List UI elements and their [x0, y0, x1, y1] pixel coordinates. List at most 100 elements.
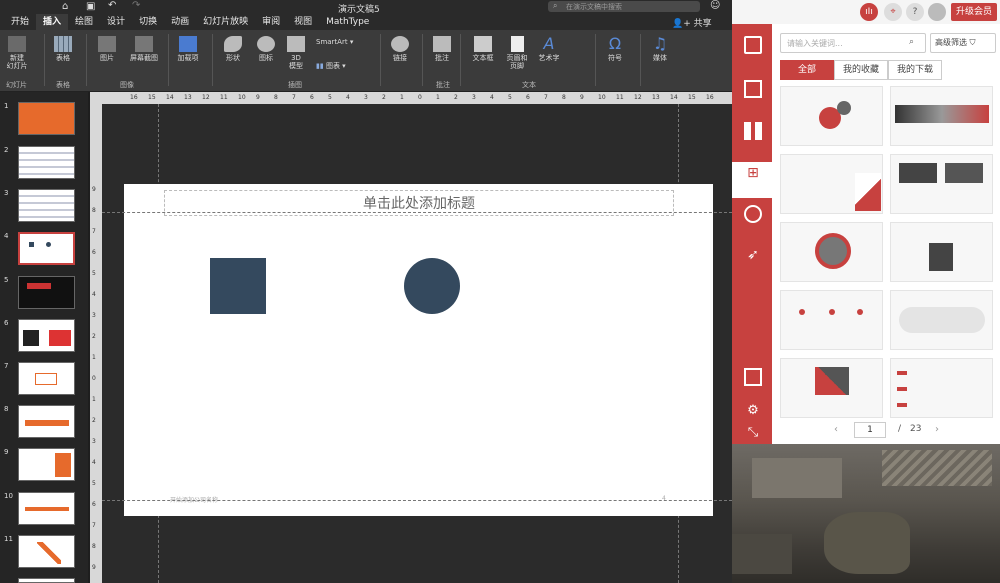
comment-button[interactable]: 批注: [430, 36, 454, 62]
save-icon[interactable]: ▣: [86, 1, 95, 12]
link-button[interactable]: 链接: [388, 36, 412, 62]
settings-icon[interactable]: ⚙: [744, 402, 762, 420]
ruler-tick-label: 7: [92, 522, 96, 529]
slide-thumbnail-8[interactable]: [18, 405, 75, 438]
tab-transitions[interactable]: 切换: [132, 14, 164, 30]
tab-downloads[interactable]: 我的下载: [888, 60, 942, 80]
template-card[interactable]: [780, 222, 883, 282]
avatar[interactable]: [928, 3, 946, 21]
ruler-tick-label: 4: [490, 94, 494, 101]
smartart-button[interactable]: SmartArt ▾: [316, 38, 372, 46]
template-card[interactable]: [890, 358, 993, 418]
table-button[interactable]: 表格: [48, 36, 78, 62]
tab-view[interactable]: 视图: [287, 14, 319, 30]
table-icon: [54, 36, 72, 52]
ruler-tick-label: 9: [92, 564, 96, 571]
tab-draw[interactable]: 绘图: [68, 14, 100, 30]
slide-thumbnail-12[interactable]: [18, 578, 75, 583]
redo-icon[interactable]: ↷: [132, 0, 140, 11]
template-card[interactable]: [890, 154, 993, 214]
new-slide-button[interactable]: 新建 幻灯片: [2, 36, 32, 70]
undo-icon[interactable]: ↶: [108, 0, 116, 11]
play-template-icon[interactable]: [744, 36, 762, 54]
slide-thumbnail-4[interactable]: [18, 232, 75, 265]
help-icon[interactable]: ?: [906, 3, 924, 21]
template-card[interactable]: [890, 290, 993, 350]
wordart-icon: A: [543, 34, 555, 53]
chart-button[interactable]: ▮▮ 图表 ▾: [316, 62, 356, 70]
chart-pie-icon[interactable]: [744, 205, 762, 223]
chart-label: 图表: [325, 62, 340, 70]
ruler-tick-label: 8: [92, 207, 96, 214]
circle-shape[interactable]: [404, 258, 460, 314]
template-card[interactable]: [780, 358, 883, 418]
keyword-search-input[interactable]: 请输入关键词... ⌕: [780, 33, 926, 53]
slide-thumbnail-pane[interactable]: 1 2 3 4 5 6 7 8 9 10 11: [0, 92, 88, 583]
smiley-icon[interactable]: ☺: [710, 0, 720, 11]
square-shape[interactable]: [210, 258, 266, 314]
slide-thumbnail-11[interactable]: [18, 535, 75, 568]
ruler-tick-label: 1: [92, 396, 96, 403]
slide[interactable]: 单击此处添加标题 开始添加公司名称 4: [124, 184, 713, 516]
slide-thumbnail-10[interactable]: [18, 492, 75, 525]
upgrade-vip-button[interactable]: 升级会员: [951, 3, 997, 21]
desktop-wallpaper: [732, 444, 1000, 583]
tab-slideshow[interactable]: 幻灯片放映: [196, 14, 255, 30]
ruler-tick-label: 5: [92, 270, 96, 277]
tab-start[interactable]: 开始: [4, 14, 36, 30]
slide-thumbnail-7[interactable]: [18, 362, 75, 395]
prev-page-icon[interactable]: ‹: [834, 424, 838, 435]
home-icon[interactable]: ⌂: [62, 1, 68, 12]
list-icon[interactable]: [744, 80, 762, 98]
guide-line: [102, 500, 732, 501]
3d-model-button[interactable]: 3D 模型: [284, 36, 308, 70]
table-label: 表格: [56, 54, 70, 62]
wordart-button[interactable]: A 艺术字: [536, 34, 562, 63]
grid-icon[interactable]: [744, 122, 762, 140]
voice-icon[interactable]: ıIı: [860, 3, 878, 21]
slide-thumbnail-3[interactable]: [18, 189, 75, 222]
advanced-filter-button[interactable]: 高级筛选 ⛉: [930, 33, 996, 53]
textbox-button[interactable]: 文本框: [468, 36, 498, 62]
collapse-icon[interactable]: ⤡: [744, 424, 762, 442]
group-images: 图像: [120, 81, 134, 89]
tab-favorites[interactable]: 我的收藏: [834, 60, 888, 80]
symbol-button[interactable]: Ω 符号: [603, 36, 627, 63]
shapes-button[interactable]: 形状: [221, 36, 245, 62]
icons-button[interactable]: 图标: [254, 36, 278, 62]
header-footer-button[interactable]: 页眉和 页脚: [503, 36, 531, 70]
template-card[interactable]: [780, 86, 883, 146]
slide-thumbnail-9[interactable]: [18, 448, 75, 481]
picture-button[interactable]: 图片: [93, 36, 121, 62]
media-button[interactable]: ♫ 媒体: [648, 36, 672, 63]
search-icon[interactable]: ⌕: [909, 37, 914, 47]
icons-label: 图标: [259, 54, 273, 62]
layout-icon[interactable]: [744, 368, 762, 386]
slide-thumbnail-1[interactable]: [18, 102, 75, 135]
tab-all[interactable]: 全部: [780, 60, 834, 80]
ruler-tick-label: 4: [92, 459, 96, 466]
tab-insert[interactable]: 插入: [36, 14, 69, 30]
template-card[interactable]: [890, 86, 993, 146]
template-card[interactable]: [890, 222, 993, 282]
addins-button[interactable]: 加载项: [174, 36, 202, 62]
slide-thumbnail-6[interactable]: [18, 319, 75, 352]
search-box[interactable]: ⌕ 在演示文稿中搜索: [548, 1, 700, 12]
org-chart-icon[interactable]: ⊞: [744, 164, 762, 182]
page-input[interactable]: 1: [854, 422, 886, 438]
share-button[interactable]: 👤+ 共享: [672, 16, 712, 29]
tab-animations[interactable]: 动画: [164, 14, 196, 30]
tab-design[interactable]: 设计: [100, 14, 132, 30]
tab-mathtype[interactable]: MathType: [319, 14, 376, 30]
screenshot-button[interactable]: 屏幕截图: [127, 36, 161, 62]
slide-thumbnail-2[interactable]: [18, 146, 75, 179]
ruler-tick-label: 1: [400, 94, 404, 101]
shapes-label: 形状: [226, 54, 240, 62]
template-card[interactable]: [780, 154, 883, 214]
slide-thumbnail-5[interactable]: [18, 276, 75, 309]
template-card[interactable]: [780, 290, 883, 350]
next-page-icon[interactable]: ›: [935, 424, 939, 435]
tab-review[interactable]: 审阅: [255, 14, 287, 30]
rocket-icon[interactable]: ➶: [744, 246, 762, 264]
pin-icon[interactable]: ⌖: [884, 3, 902, 21]
